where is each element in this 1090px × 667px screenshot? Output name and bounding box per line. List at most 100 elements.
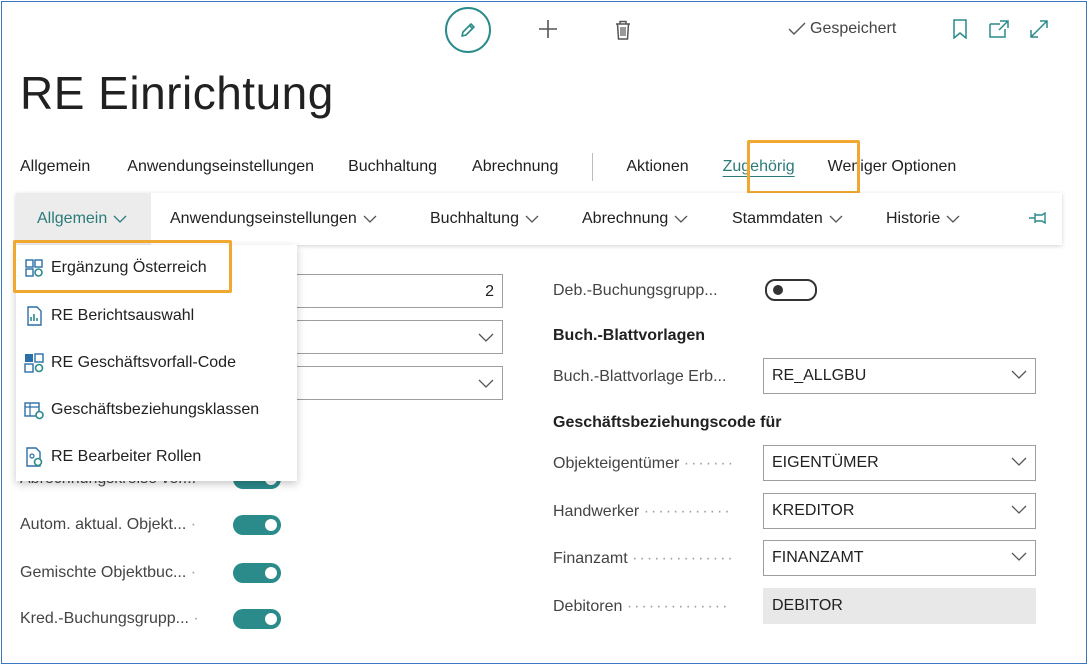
plus-icon	[539, 20, 557, 38]
pencil-icon	[461, 23, 475, 37]
dropdown-item-label: Geschäftsbeziehungsklassen	[51, 401, 260, 418]
submenu-stammdaten-label: Stammdaten	[732, 210, 823, 227]
label-kred-buchung: Kred.-Buchungsgrupp... ·	[20, 610, 201, 628]
label-finanzamt-text: Finanzamt	[553, 550, 628, 567]
label-blattvorlage: Buch.-Blattvorlage Erb...	[553, 368, 726, 386]
open-new-window-button[interactable]	[986, 15, 1012, 43]
pin-icon	[1029, 211, 1046, 225]
label-autom-aktual: Autom. aktual. Objekt... ·	[20, 516, 198, 534]
label-debitoren-text: Debitoren	[553, 598, 623, 615]
label-gemischte: Gemischte Objektbuc... ·	[20, 564, 198, 582]
toggle-kred-buchung[interactable]	[233, 609, 281, 629]
chevron-down-icon	[1011, 370, 1027, 379]
number-value: 2	[485, 283, 494, 300]
section-buch-blattvorlagen: Buch.-Blattvorlagen	[553, 327, 706, 344]
select-finanzamt-value: FINANZAMT	[772, 549, 864, 566]
label-blattvorlage-text: Buch.-Blattvorlage Erb...	[553, 368, 727, 385]
leader-dots: ··············	[626, 598, 730, 615]
menu-allgemein[interactable]: Allgemein	[20, 158, 90, 176]
section-geschaeftsbeziehungscode: Geschäftsbeziehungscode für	[553, 414, 782, 431]
menu-buchhaltung[interactable]: Buchhaltung	[348, 158, 437, 176]
report-icon	[24, 306, 44, 326]
label-objekteigentuemer: Objekteigentümer ·······	[553, 455, 735, 473]
chevron-down-icon	[363, 214, 377, 224]
bookmark-icon	[953, 19, 967, 39]
menu-separator	[592, 153, 594, 181]
label-objekteigentuemer-text: Objekteigentümer	[553, 455, 680, 472]
select-objekteigentuemer[interactable]: EIGENTÜMER	[763, 445, 1036, 481]
label-deb-buchung: Deb.-Buchungsgrupp...	[553, 282, 718, 299]
action-bar: Gespeichert	[0, 0, 1090, 60]
label-gemischte-text: Gemischte Objektbuc...	[20, 564, 187, 581]
toggle-autom-aktual[interactable]	[233, 515, 281, 535]
label-handwerker: Handwerker ············	[553, 503, 732, 521]
submenu-stammdaten[interactable]: Stammdaten	[732, 193, 843, 245]
user-roles-icon	[24, 447, 44, 467]
grid-settings-icon	[24, 353, 44, 373]
submenu-abrechnung[interactable]: Abrechnung	[582, 193, 688, 245]
chevron-down-icon	[113, 214, 127, 224]
submenu-allgemein[interactable]: Allgemein	[16, 193, 151, 245]
submenu-historie-label: Historie	[886, 210, 941, 227]
leader-dots: ··············	[632, 550, 735, 567]
pin-button[interactable]	[1028, 209, 1048, 232]
edit-button[interactable]	[445, 7, 491, 53]
chevron-down-icon	[674, 214, 688, 224]
submenu-abrechnung-label: Abrechnung	[582, 210, 669, 227]
dropdown-item-geschaeftsbeziehungsklassen[interactable]: Geschäftsbeziehungsklassen	[24, 398, 259, 422]
saved-label: Gespeichert	[810, 20, 897, 37]
chevron-down-icon	[525, 214, 539, 224]
submenu-anwendungseinstellungen[interactable]: Anwendungseinstellungen	[170, 193, 377, 245]
toggle-deb-buchung[interactable]	[765, 279, 817, 301]
label-autom-aktual-text: Autom. aktual. Objekt...	[20, 516, 187, 533]
dropdown-item-re-berichtsauswahl[interactable]: RE Berichtsauswahl	[24, 304, 194, 328]
chevron-down-icon	[1011, 457, 1027, 466]
dropdown-item-re-bearbeiter-rollen[interactable]: RE Bearbeiter Rollen	[24, 445, 201, 469]
dropdown-item-re-geschaeftsvorfall-code[interactable]: RE Geschäftsvorfall-Code	[24, 351, 236, 375]
select-handwerker-value: KREDITOR	[772, 502, 855, 519]
leader-dots: ············	[643, 503, 732, 520]
trash-icon	[616, 20, 630, 40]
submenu-historie[interactable]: Historie	[886, 193, 960, 245]
expand-button[interactable]	[1026, 15, 1052, 43]
chevron-down-icon	[829, 214, 843, 224]
chevron-down-icon	[478, 333, 494, 342]
page-title: RE Einrichtung	[20, 67, 334, 119]
label-finanzamt: Finanzamt ··············	[553, 550, 735, 568]
highlight-ergaenzung-oesterreich	[13, 240, 232, 293]
submenu-allgemein-label: Allgemein	[37, 210, 108, 227]
menu-aktionen[interactable]: Aktionen	[626, 158, 688, 176]
dropdown-item-label: RE Bearbeiter Rollen	[51, 448, 202, 465]
select-finanzamt[interactable]: FINANZAMT	[763, 540, 1036, 576]
menu-anwendungseinstellungen[interactable]: Anwendungseinstellungen	[127, 158, 314, 176]
select-handwerker[interactable]: KREDITOR	[763, 493, 1036, 529]
toggle-gemischte[interactable]	[233, 563, 281, 583]
open-in-new-window-icon	[989, 20, 1009, 38]
submenu-bar: Allgemein Anwendungseinstellungen Buchha…	[16, 193, 1062, 245]
menu-abrechnung[interactable]: Abrechnung	[472, 158, 558, 176]
select-objekteigentuemer-value: EIGENTÜMER	[772, 454, 879, 471]
new-button[interactable]	[534, 14, 562, 44]
label-kred-buchung-text: Kred.-Buchungsgrupp...	[20, 610, 189, 627]
dropdown-item-label: RE Berichtsauswahl	[51, 307, 195, 324]
chevron-down-icon	[1011, 505, 1027, 514]
expand-icon	[1030, 20, 1048, 38]
select-blattvorlage[interactable]: RE_ALLGBU	[763, 358, 1036, 394]
delete-button[interactable]	[610, 15, 636, 45]
submenu-buchhaltung-label: Buchhaltung	[430, 210, 519, 227]
leader-dots: ·	[190, 564, 199, 581]
submenu-buchhaltung[interactable]: Buchhaltung	[430, 193, 539, 245]
label-debitoren: Debitoren ··············	[553, 598, 729, 616]
bookmark-button[interactable]	[947, 15, 973, 43]
check-icon	[788, 22, 806, 35]
field-debitoren: DEBITOR	[763, 588, 1036, 624]
chevron-down-icon	[478, 379, 494, 388]
chevron-down-icon	[946, 214, 960, 224]
leader-dots: ·	[190, 516, 199, 533]
select-blattvorlage-value: RE_ALLGBU	[772, 367, 867, 384]
leader-dots: ·······	[683, 455, 736, 472]
table-settings-icon	[24, 400, 44, 420]
saved-status: Gespeichert	[788, 20, 896, 38]
field-debitoren-value: DEBITOR	[772, 597, 843, 614]
dropdown-item-label: RE Geschäftsvorfall-Code	[51, 354, 236, 371]
